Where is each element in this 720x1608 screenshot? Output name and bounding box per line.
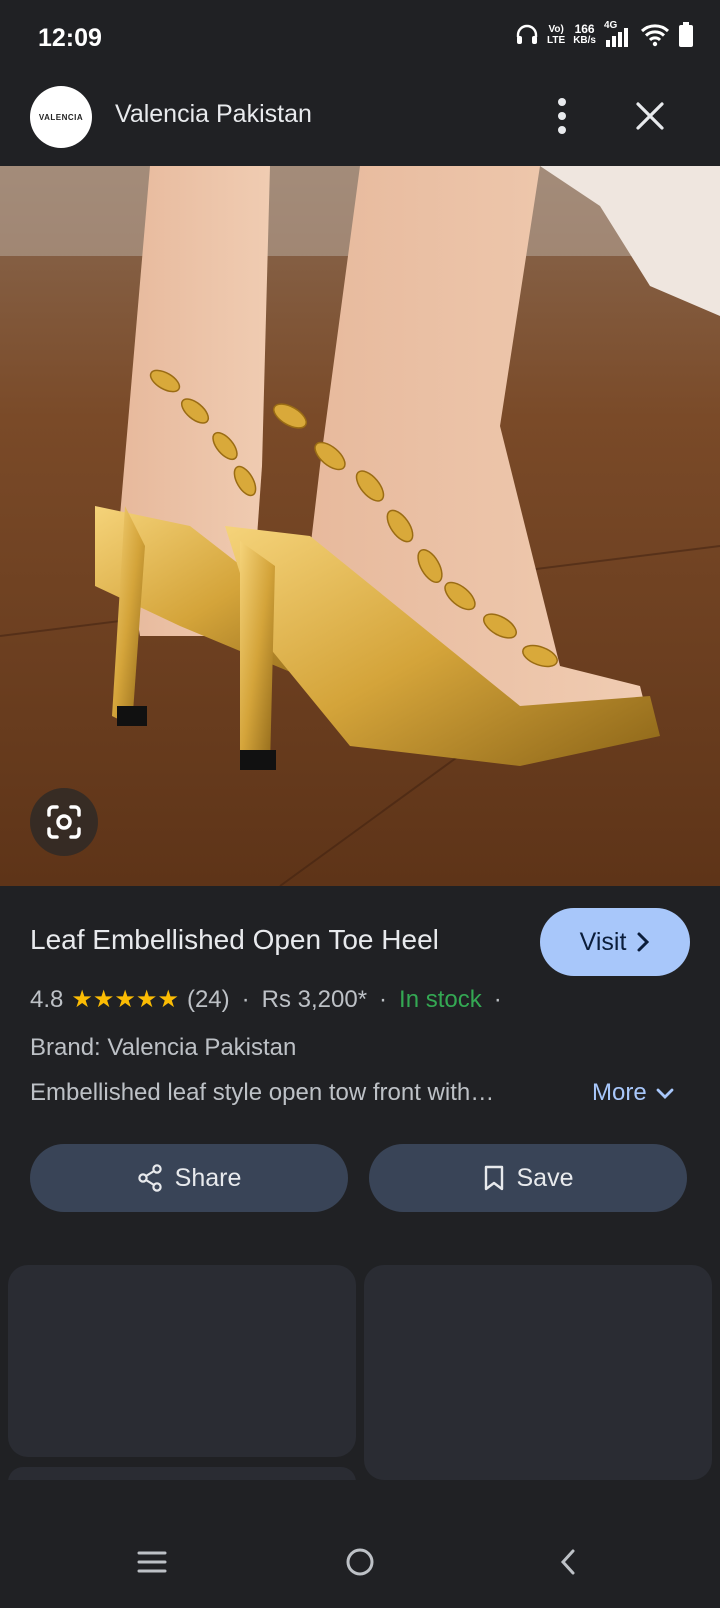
more-vert-icon	[558, 98, 566, 134]
recent-apps-button[interactable]	[122, 1532, 182, 1592]
share-icon	[137, 1164, 162, 1192]
bookmark-icon	[484, 1165, 503, 1191]
network-speed: 166 KB/s	[573, 22, 596, 46]
home-circle-icon	[346, 1548, 374, 1576]
signal-icon	[606, 28, 628, 47]
brand-line: Brand: Valencia Pakistan	[30, 1034, 297, 1061]
save-label: Save	[516, 1163, 574, 1192]
app-header: VALENCIA Valencia Pakistan	[0, 82, 720, 166]
cell-signal: 4G	[604, 20, 632, 48]
wifi-icon	[640, 24, 670, 47]
chevron-right-icon	[637, 932, 650, 952]
menu-icon	[137, 1551, 167, 1573]
share-label: Share	[174, 1163, 242, 1192]
save-button[interactable]: Save	[369, 1144, 687, 1212]
related-card[interactable]	[8, 1265, 356, 1457]
more-toggle[interactable]: More	[592, 1079, 675, 1107]
product-image[interactable]	[0, 166, 720, 886]
battery-icon	[679, 22, 693, 47]
close-icon	[636, 102, 664, 130]
review-count[interactable]: (24)	[187, 986, 230, 1014]
stock-status: In stock	[399, 985, 482, 1013]
separator-dot: ·	[241, 985, 250, 1013]
product-title: Leaf Embellished Open Toe Heel	[30, 924, 439, 955]
product-meta-row: 4.8 ★★★★★ (24) · Rs 3,200* · In stock ·	[30, 985, 514, 1014]
chevron-down-icon	[656, 1088, 674, 1099]
status-bar: 12:09 Vo) LTE 166 KB/s 4G	[0, 0, 720, 82]
status-icons: Vo) LTE 166 KB/s 4G	[515, 20, 694, 48]
site-name[interactable]: Valencia Pakistan	[115, 100, 312, 129]
star-icon: ★	[71, 986, 93, 1013]
separator-dot: ·	[493, 985, 502, 1013]
site-logo[interactable]: VALENCIA	[30, 86, 92, 148]
visit-button[interactable]: Visit	[540, 908, 690, 976]
star-icon: ★	[157, 986, 179, 1013]
rating-value: 4.8	[30, 985, 64, 1013]
system-nav-bar	[0, 1480, 720, 1608]
close-button[interactable]	[630, 96, 670, 136]
back-button[interactable]	[538, 1532, 598, 1592]
status-time: 12:09	[38, 24, 102, 52]
related-card[interactable]	[364, 1265, 712, 1480]
star-icon: ★	[135, 986, 158, 1013]
product-description: Embellished leaf style open tow front wi…	[30, 1079, 495, 1106]
separator-dot: ·	[379, 985, 388, 1013]
product-photo	[0, 166, 720, 886]
price: Rs 3,200*	[261, 985, 368, 1013]
more-options-button[interactable]	[548, 96, 576, 136]
visit-label: Visit	[579, 927, 627, 956]
share-button[interactable]: Share	[30, 1144, 348, 1212]
more-label: More	[592, 1079, 647, 1106]
headphones-icon	[516, 24, 538, 44]
home-button[interactable]	[330, 1532, 390, 1592]
star-icon: ★	[92, 986, 115, 1013]
google-lens-button[interactable]	[30, 788, 98, 856]
rating-stars: ★★★★★	[71, 985, 179, 1014]
back-icon	[560, 1549, 575, 1575]
lens-icon	[47, 805, 81, 839]
star-icon: ★	[114, 986, 136, 1013]
volte-indicator: Vo) LTE	[547, 24, 566, 46]
